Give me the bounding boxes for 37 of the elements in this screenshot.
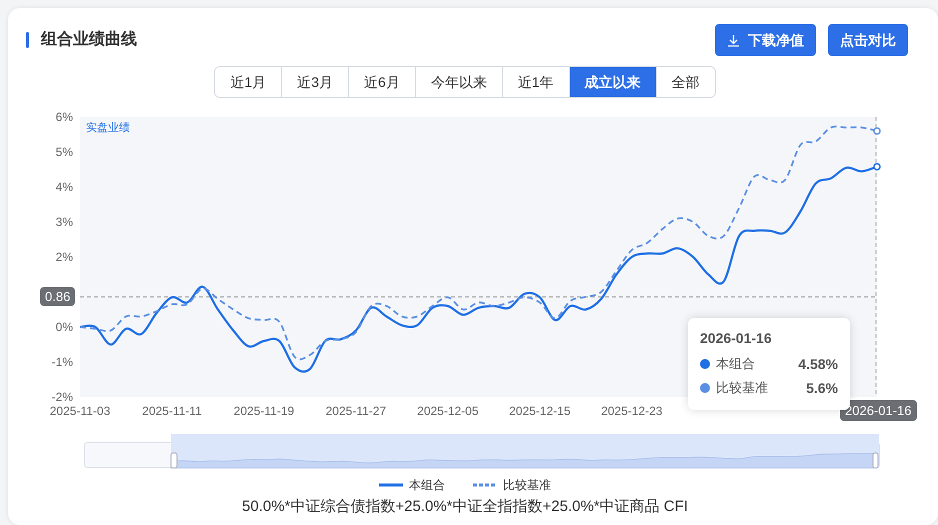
crosshair-value-label: 0.86 <box>40 286 76 306</box>
data-point-marker <box>873 162 881 170</box>
x-axis-label: 2025-11-19 <box>234 404 294 418</box>
title-accent-bar <box>26 32 29 48</box>
x-axis-label: 2025-11-27 <box>326 404 386 418</box>
solid-line-swatch <box>379 483 403 487</box>
x-axis-label: 2025-12-15 <box>509 404 570 418</box>
tooltip-series-name: 本组合 <box>716 355 755 374</box>
section-title: 组合业绩曲线 <box>41 30 137 50</box>
compare-button[interactable]: 点击对比 <box>828 24 908 56</box>
data-point-marker <box>873 127 881 135</box>
y-axis-label: 6% <box>56 110 73 124</box>
y-axis-label: 4% <box>56 180 73 194</box>
legend-label[interactable]: 本组合 <box>409 476 445 494</box>
dashed-line-swatch <box>473 483 497 487</box>
tooltip-date: 2026-01-16 <box>700 329 773 348</box>
legend-label[interactable]: 比较基准 <box>503 476 551 494</box>
period-tab[interactable]: 成立以来 <box>568 67 656 97</box>
tooltip-value: 5.6% <box>806 378 838 398</box>
download-icon <box>727 34 740 46</box>
tooltip-series-name: 比较基准 <box>716 379 768 398</box>
benchmark-formula: 50.0%*中证综合债指数+25.0%*中证全指指数+25.0%*中证商品 CFI <box>242 497 688 517</box>
x-axis-label: 2025-11-11 <box>142 404 202 418</box>
download-button[interactable]: 下载净值 <box>715 24 816 56</box>
y-axis-label: 0% <box>56 320 73 334</box>
y-axis-label: 2% <box>56 250 73 264</box>
x-axis-label: 2025-11-03 <box>50 404 110 418</box>
y-axis-label: 5% <box>56 145 73 159</box>
y-axis-label: -2% <box>52 390 73 404</box>
x-axis-label: 2025-12-05 <box>417 404 479 418</box>
y-axis-label: -1% <box>52 355 73 369</box>
x-axis-label: 2025-12-23 <box>601 404 662 418</box>
crosshair-date-label: 2026-01-16 <box>840 400 916 421</box>
period-tab[interactable]: 全部 <box>656 67 715 97</box>
live-performance-label: 实盘业绩 <box>86 122 130 134</box>
y-axis-label: 3% <box>56 215 73 229</box>
tooltip-value: 4.58% <box>798 354 838 374</box>
